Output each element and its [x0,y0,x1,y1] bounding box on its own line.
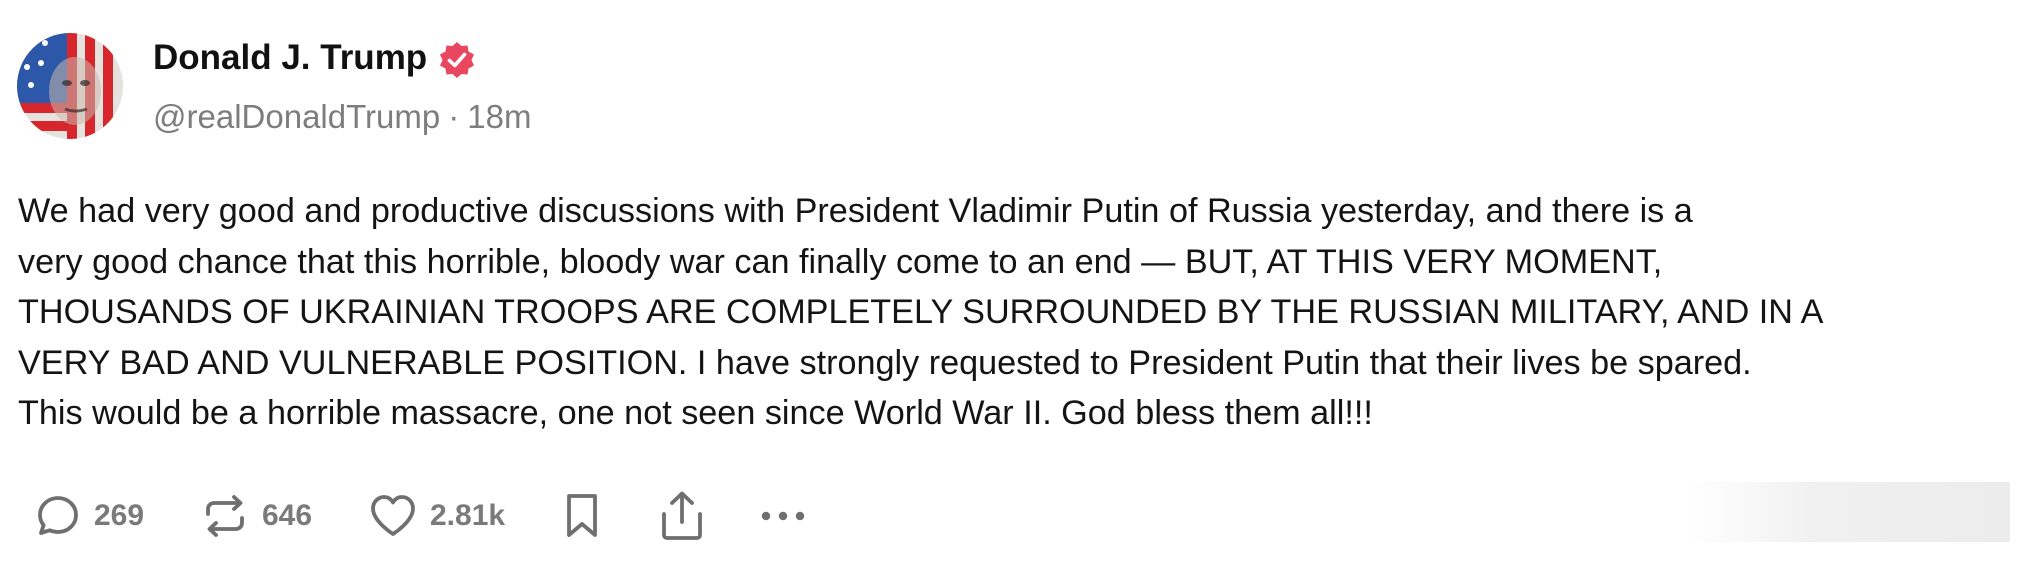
repost-icon [206,495,244,537]
like-count: 2.81k [430,499,506,532]
repost-count: 646 [262,499,313,532]
user-handle[interactable]: @realDonaldTrump [153,98,440,135]
heart-icon [371,495,415,536]
more-button[interactable] [758,487,808,545]
share-button[interactable] [658,487,706,545]
bookmark-icon [567,494,597,537]
share-icon [662,491,702,540]
more-icon [761,511,805,521]
post-timestamp[interactable]: 18m [467,98,531,135]
verified-badge-icon [440,42,474,78]
repost-button[interactable]: 646 [200,487,312,545]
post-card: Donald J. Trump @realDonaldTrump · 18m We … [0,0,2026,561]
action-bar-fade [1690,482,2010,542]
like-button[interactable]: 2.81k [368,487,505,545]
meta-separator: · [448,98,460,135]
display-name[interactable]: Donald J. Trump [153,34,427,82]
reply-count: 269 [94,499,145,532]
post-body: We had very good and productive discussi… [18,192,1824,432]
post-meta: @realDonaldTrump · 18m [153,95,531,139]
bookmark-button[interactable] [562,487,602,545]
reply-button[interactable]: 269 [34,487,144,545]
reply-icon [38,496,78,535]
avatar-image [17,33,123,139]
avatar[interactable] [17,33,123,139]
